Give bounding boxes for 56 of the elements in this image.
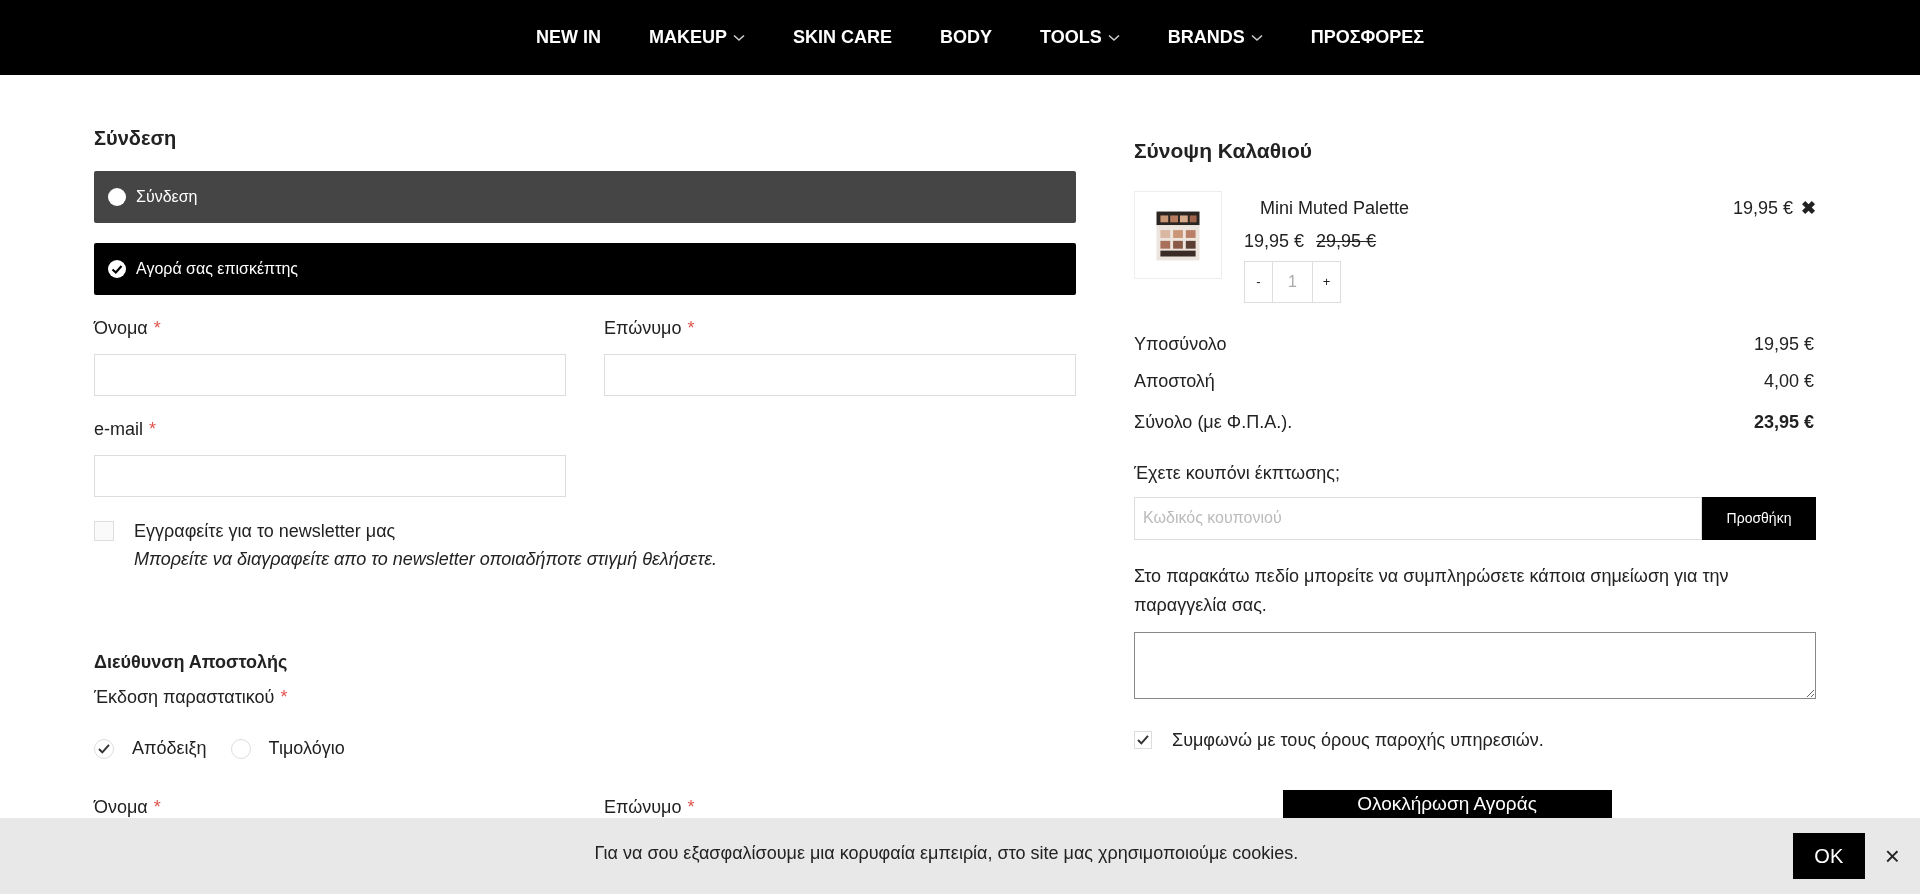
chevron-down-icon — [732, 33, 745, 42]
nav-link[interactable]: BODY — [939, 24, 992, 51]
product-price: 19,95 € — [1244, 229, 1305, 253]
input-field[interactable] — [94, 455, 566, 497]
summary-label: Σύνολο (με Φ.Π.Α.). — [1134, 410, 1293, 434]
nav-link[interactable]: NEW IN — [535, 24, 601, 51]
summary-label: Αποστολή — [1134, 369, 1215, 393]
cookie-message: Για να σου εξασφαλίσουμε μια κορυφαία εμπειρία, στο site μας χρησιμοποιούμε cookies. — [593, 841, 1300, 865]
section-title: Σύνδεση — [94, 126, 178, 151]
section-title: Διεύθυνση Αποστολής — [94, 651, 289, 674]
coupon-field[interactable]: Κωδικός κουπονιού — [1134, 496, 1702, 540]
product-name: Mini Muted Palette — [1259, 196, 1410, 220]
note-text: Μπορείτε να διαγραφείτε απο το newsletter οποιαδήποτε στιγμή θελήσετε. — [134, 548, 718, 571]
input-field[interactable] — [94, 354, 566, 396]
input-field[interactable] — [604, 354, 1076, 396]
ok-button[interactable]: OK — [1792, 833, 1865, 879]
field-label: Όνομα * — [94, 796, 162, 819]
increment-button[interactable]: + — [1312, 260, 1341, 303]
summary-value: 4,00 € — [1763, 369, 1814, 393]
field-label: e-mail * — [94, 418, 158, 441]
field-label: Έκδοση παραστατικού * — [94, 686, 289, 709]
add-coupon-button[interactable]: Προσθήκη — [1702, 496, 1816, 540]
old-price: 29,95 € — [1316, 229, 1377, 253]
checkbox-label: Εγγραφείτε για το newsletter μας — [134, 520, 397, 543]
summary-value: 23,95 € — [1753, 410, 1814, 434]
field-label: Όνομα * — [94, 317, 162, 340]
close-button[interactable]: × — [1884, 836, 1900, 876]
summary-value: 19,95 € — [1753, 332, 1814, 356]
decrement-button[interactable]: - — [1244, 260, 1273, 303]
chevron-down-icon — [1107, 33, 1120, 42]
nav-link[interactable]: ΠΡΟΣΦΟΡΕΣ — [1310, 24, 1425, 51]
nav-link[interactable]: TOOLS — [1039, 24, 1120, 51]
radio-circle-icon — [108, 188, 126, 206]
section-title: Σύνοψη Καλαθιού — [1134, 138, 1313, 164]
login-option[interactable]: Αγορά σας επισκέπτης — [94, 243, 1076, 295]
coupon-question: Έχετε κουπόνι έκπτωσης; — [1134, 461, 1341, 485]
checkbox[interactable] — [1134, 731, 1152, 749]
login-option[interactable]: Σύνδεση — [94, 171, 1076, 223]
check-circle-icon — [108, 260, 126, 278]
field-label: Επώνυμο * — [604, 317, 696, 340]
note-field[interactable] — [1134, 631, 1816, 699]
summary-label: Υποσύνολο — [1134, 332, 1227, 356]
checkbox[interactable] — [94, 521, 114, 541]
note-prompt: Στο παρακάτω πεδίο μπορείτε να συμπληρώσετε κάποια σημείωση για την παραγγελία σας. — [1134, 564, 1730, 617]
chevron-down-icon — [1250, 33, 1263, 42]
nav-link[interactable]: BRANDS — [1167, 24, 1263, 51]
nav-link[interactable]: MAKEUP — [648, 24, 745, 51]
radio-label: Απόδειξη — [132, 737, 207, 760]
remove-button[interactable]: ✖ — [1801, 199, 1816, 217]
check-icon — [98, 743, 110, 754]
line-total: 19,95 € — [1732, 196, 1793, 220]
radio-label: Τιμολόγιο — [268, 737, 345, 760]
checkbox-label: Συμφωνώ με τους όρους παροχής υπηρεσιών. — [1172, 728, 1544, 752]
nav-link[interactable]: SKIN CARE — [792, 24, 892, 51]
check-icon — [1137, 735, 1149, 745]
field-label: Επώνυμο * — [604, 796, 696, 819]
